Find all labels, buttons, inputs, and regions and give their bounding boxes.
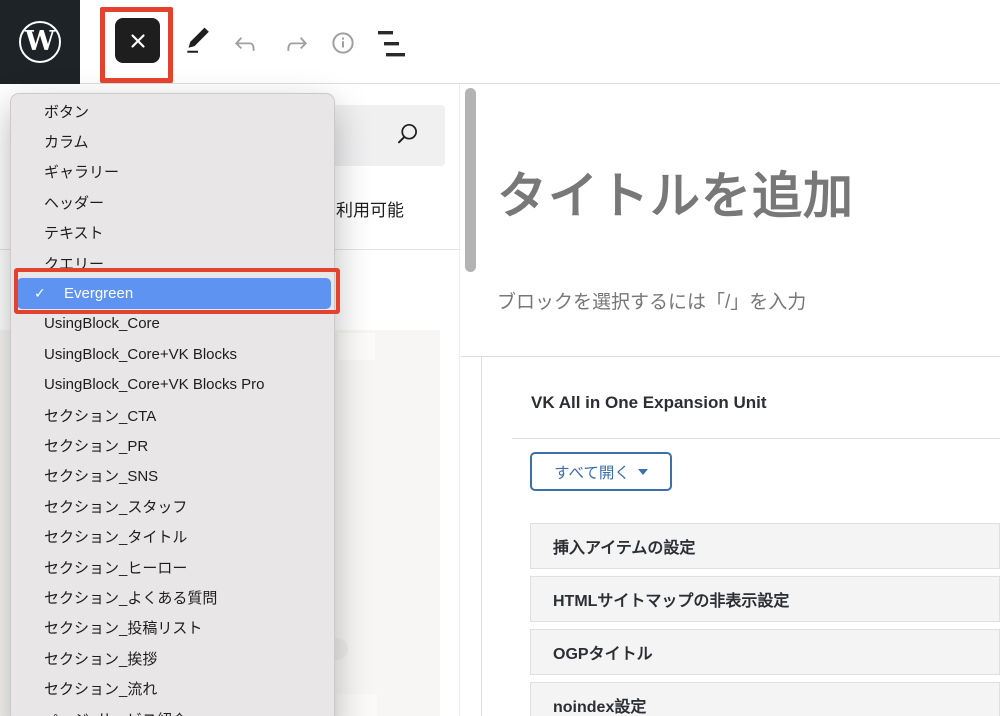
- chevron-down-icon: [638, 469, 648, 475]
- search-icon: [394, 122, 420, 148]
- metabox-top-border: [461, 356, 1000, 357]
- dropdown-item-label: カラム: [44, 131, 89, 152]
- metabox-accordion: 挿入アイテムの設定 HTMLサイトマップの非表示設定 OGPタイトル noind…: [530, 523, 1000, 716]
- dropdown-item-label: セクション_ヒーロー: [44, 557, 187, 578]
- accordion-panel-header[interactable]: HTMLサイトマップの非表示設定: [530, 576, 1000, 622]
- accordion-panel-label: HTMLサイトマップの非表示設定: [553, 587, 789, 611]
- dropdown-menu-item[interactable]: ✓ UsingBlock_Core+VK Blocks Pro: [11, 370, 334, 400]
- list-view-button[interactable]: [377, 29, 406, 61]
- dropdown-menu-item[interactable]: ✓ ボタン: [11, 96, 334, 126]
- wordpress-logo-button[interactable]: W: [0, 0, 80, 84]
- accordion-panel-label: 挿入アイテムの設定: [553, 534, 695, 558]
- accordion-panel-header[interactable]: OGPタイトル: [530, 629, 1000, 675]
- wordpress-logo-icon: W: [19, 21, 61, 63]
- dropdown-menu-item[interactable]: ✓ カラム: [11, 126, 334, 156]
- pattern-preview-fragment: [338, 333, 375, 360]
- undo-button[interactable]: [230, 29, 260, 62]
- dropdown-item-label: クエリー: [44, 253, 104, 274]
- close-icon: [128, 31, 148, 51]
- dropdown-item-label: セクション_流れ: [44, 678, 157, 699]
- dropdown-item-label: ページ_サービス紹介: [44, 709, 187, 716]
- dropdown-item-label: セクション_投稿リスト: [44, 617, 202, 638]
- dropdown-item-label: セクション_挨拶: [44, 648, 157, 669]
- checkmark-icon: ✓: [34, 285, 46, 302]
- pattern-preview-fragment: [337, 694, 377, 716]
- dropdown-menu-item[interactable]: ✓ セクション_よくある質問: [11, 582, 334, 612]
- metabox-divider: [512, 438, 1000, 439]
- dropdown-item-label: ギャラリー: [44, 161, 119, 182]
- redo-button[interactable]: [282, 29, 312, 62]
- dropdown-menu-item[interactable]: ✓ セクション_スタッフ: [11, 491, 334, 521]
- dropdown-menu-item[interactable]: ✓ クエリー: [11, 248, 334, 278]
- dropdown-menu-item[interactable]: ✓ セクション_タイトル: [11, 521, 334, 551]
- open-all-button[interactable]: すべて開く: [530, 452, 672, 491]
- post-title-placeholder[interactable]: タイトルを追加: [497, 168, 854, 226]
- pencil-icon: [182, 25, 214, 57]
- dropdown-item-label: UsingBlock_Core: [44, 315, 160, 332]
- dropdown-menu-item[interactable]: ✓ UsingBlock_Core+VK Blocks: [11, 339, 334, 369]
- dropdown-menu-item[interactable]: ✓ UsingBlock_Core: [11, 309, 334, 339]
- dropdown-menu-item[interactable]: ✓ Evergreen: [17, 278, 331, 308]
- dropdown-menu-item[interactable]: ✓ ページ_サービス紹介: [11, 704, 334, 716]
- dropdown-menu-item[interactable]: ✓ テキスト: [11, 218, 334, 248]
- dropdown-item-label: セクション_よくある質問: [44, 587, 217, 608]
- open-all-label: すべて開く: [554, 461, 630, 483]
- info-icon: [328, 28, 358, 58]
- dropdown-item-label: セクション_PR: [44, 435, 148, 456]
- dropdown-item-label: セクション_タイトル: [44, 526, 187, 547]
- metabox-left-border: [481, 356, 482, 716]
- dropdown-item-label: セクション_CTA: [44, 405, 156, 426]
- edit-mode-button[interactable]: [182, 25, 214, 60]
- dropdown-menu-item[interactable]: ✓ セクション_ヒーロー: [11, 552, 334, 582]
- dropdown-menu-item[interactable]: ✓ セクション_流れ: [11, 673, 334, 703]
- list-view-icon: [377, 29, 406, 58]
- undo-icon: [230, 29, 260, 59]
- dropdown-menu-item[interactable]: ✓ セクション_挨拶: [11, 643, 334, 673]
- block-appender-placeholder[interactable]: ブロックを選択するには「/」を入力: [497, 287, 806, 314]
- dropdown-menu-item[interactable]: ✓ セクション_CTA: [11, 400, 334, 430]
- dropdown-menu-item[interactable]: ✓ セクション_SNS: [11, 461, 334, 491]
- patterns-available-label: 利用可能: [336, 196, 404, 221]
- pattern-category-dropdown: ✓ ボタン ✓ カラム ✓ ギャラリー ✓ ヘッダー ✓ テキスト: [10, 93, 335, 716]
- dropdown-menu-item[interactable]: ✓ セクション_PR: [11, 430, 334, 460]
- dropdown-menu-item[interactable]: ✓ ヘッダー: [11, 187, 334, 217]
- dropdown-item-label: テキスト: [44, 222, 104, 243]
- editor-toolbar: W: [0, 0, 1000, 84]
- dropdown-menu-item[interactable]: ✓ ギャラリー: [11, 157, 334, 187]
- dropdown-item-label: Evergreen: [64, 285, 133, 302]
- metabox-title: VK All in One Expansion Unit: [531, 393, 767, 413]
- sidebar-scrollbar[interactable]: [465, 88, 476, 272]
- accordion-panel-header[interactable]: noindex設定: [530, 682, 1000, 716]
- accordion-panel-label: noindex設定: [553, 693, 646, 716]
- dropdown-menu-item[interactable]: ✓ セクション_投稿リスト: [11, 613, 334, 643]
- info-button[interactable]: [328, 28, 358, 61]
- close-inserter-button[interactable]: [115, 18, 160, 63]
- accordion-panel-header[interactable]: 挿入アイテムの設定: [530, 523, 1000, 569]
- dropdown-item-label: UsingBlock_Core+VK Blocks Pro: [44, 376, 265, 393]
- dropdown-item-label: UsingBlock_Core+VK Blocks: [44, 346, 237, 363]
- dropdown-item-label: セクション_SNS: [44, 465, 158, 486]
- dropdown-item-label: ヘッダー: [44, 192, 104, 213]
- dropdown-item-label: セクション_スタッフ: [44, 496, 187, 517]
- editor-canvas: タイトルを追加 ブロックを選択するには「/」を入力 VK All in One …: [461, 84, 1000, 716]
- accordion-panel-label: OGPタイトル: [553, 640, 653, 664]
- wordpress-editor-screen: W: [0, 0, 1000, 716]
- dropdown-item-label: ボタン: [44, 101, 89, 122]
- redo-icon: [282, 29, 312, 59]
